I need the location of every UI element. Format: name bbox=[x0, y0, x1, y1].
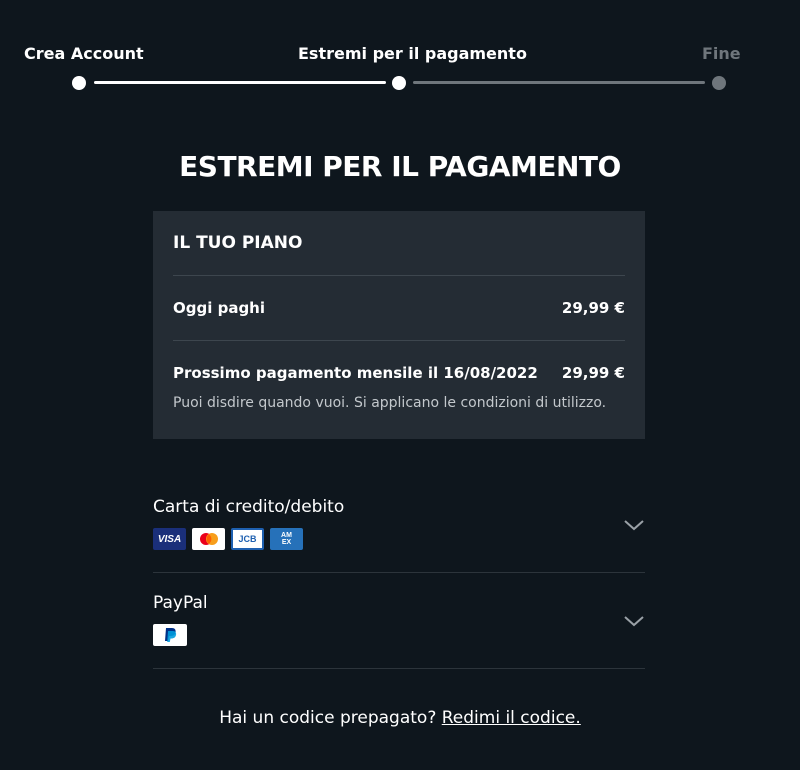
step-dot-fine bbox=[712, 76, 726, 90]
prepaid-code-text: Hai un codice prepagato? bbox=[219, 708, 437, 728]
next-payment-label: Prossimo pagamento mensile il 16/08/2022 bbox=[173, 364, 538, 382]
mastercard-logo-icon bbox=[192, 528, 225, 550]
amex-logo-icon: AM EX bbox=[270, 528, 303, 550]
chevron-down-icon[interactable] bbox=[623, 615, 645, 627]
redeem-code-link[interactable]: Redimi il codice. bbox=[442, 708, 581, 728]
step-label-estremi-pagamento: Estremi per il pagamento bbox=[298, 44, 527, 63]
next-payment-amount: 29,99 € bbox=[561, 364, 625, 382]
prepaid-code-footer: Hai un codice prepagato? Redimi il codic… bbox=[0, 708, 800, 728]
step-line-pending bbox=[413, 81, 705, 84]
plan-summary-card: IL TUO PIANO Oggi paghi 29,99 € Prossimo… bbox=[153, 211, 645, 439]
step-dot-estremi-pagamento bbox=[392, 76, 406, 90]
card-logos: VISA JCB AM EX bbox=[153, 528, 645, 550]
next-payment-row: Prossimo pagamento mensile il 16/08/2022… bbox=[173, 345, 625, 401]
credit-card-option[interactable]: Carta di credito/debito VISA JCB AM EX bbox=[153, 479, 645, 573]
paypal-logos bbox=[153, 624, 645, 646]
step-label-fine: Fine bbox=[702, 44, 741, 63]
paypal-title: PayPal bbox=[153, 593, 208, 613]
credit-card-title: Carta di credito/debito bbox=[153, 497, 345, 517]
today-amount: 29,99 € bbox=[561, 299, 625, 317]
progress-stepper: Crea Account Estremi per il pagamento Fi… bbox=[0, 0, 800, 100]
today-payment-row: Oggi paghi 29,99 € bbox=[173, 276, 625, 340]
jcb-logo-icon: JCB bbox=[231, 528, 264, 550]
step-dot-crea-account bbox=[72, 76, 86, 90]
paypal-logo-icon bbox=[153, 624, 187, 646]
cancellation-note: Puoi disdire quando vuoi. Si applicano l… bbox=[173, 395, 607, 411]
visa-logo-icon: VISA bbox=[153, 528, 186, 550]
plan-title: IL TUO PIANO bbox=[173, 233, 303, 253]
page-title: ESTREMI PER IL PAGAMENTO bbox=[179, 150, 621, 183]
chevron-down-icon[interactable] bbox=[623, 519, 645, 531]
paypal-option[interactable]: PayPal bbox=[153, 573, 645, 669]
step-label-crea-account: Crea Account bbox=[24, 44, 144, 63]
step-line-completed bbox=[94, 81, 386, 84]
plan-divider bbox=[173, 340, 625, 341]
today-label: Oggi paghi bbox=[173, 299, 266, 317]
